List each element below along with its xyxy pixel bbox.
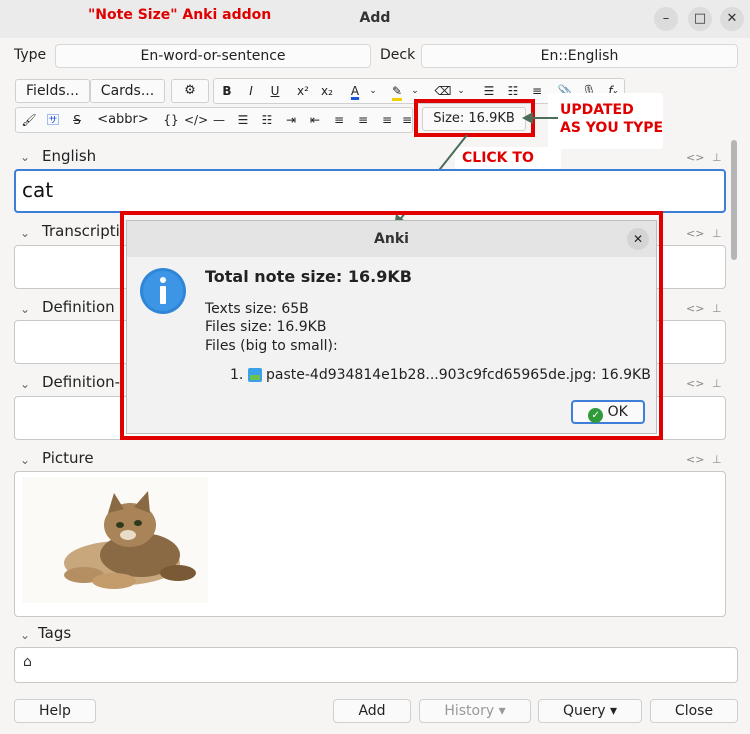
field-value-english: cat <box>22 178 54 202</box>
query-button[interactable]: Query ▾ <box>538 699 642 723</box>
chevron-down-icon[interactable]: ⌄ <box>20 377 30 391</box>
info-dialog: Anki ✕ Total note size: 16.9KB Texts siz… <box>126 220 657 434</box>
scrollbar-thumb[interactable] <box>731 140 737 260</box>
image-file-icon <box>248 368 262 382</box>
pin-icon[interactable]: ⊥ <box>712 377 722 390</box>
history-button[interactable]: History ▾ <box>419 699 531 723</box>
field-label-picture: Picture <box>42 449 94 467</box>
field-label-definition: Definition <box>42 298 115 316</box>
html-editor-toggle-icon[interactable]: <> <box>686 302 704 315</box>
file-index: 1. <box>230 367 244 383</box>
cat-picture <box>22 477 208 603</box>
add-button[interactable]: Add <box>333 699 411 723</box>
pin-icon[interactable]: ⊥ <box>712 151 722 164</box>
texts-size-text: Texts size: 65B <box>205 301 309 317</box>
dialog-heading: Total note size: 16.9KB <box>205 267 412 286</box>
close-button[interactable]: Close <box>650 699 738 723</box>
chevron-down-icon[interactable]: ⌄ <box>20 628 30 642</box>
field-label-definition-2: Definition- <box>42 373 121 391</box>
check-icon: ✓ <box>588 408 604 423</box>
html-editor-toggle-icon[interactable]: <> <box>686 377 704 390</box>
files-list-label: Files (big to small): <box>205 338 338 354</box>
ok-label: OK <box>607 404 628 420</box>
html-editor-toggle-icon[interactable]: <> <box>686 453 704 466</box>
html-editor-toggle-icon[interactable]: <> <box>686 227 704 240</box>
field-label-english: English <box>42 147 97 165</box>
tags-label: Tags <box>38 624 72 642</box>
files-size-text: Files size: 16.9KB <box>205 319 327 335</box>
tag-icon: ⌂ <box>23 654 32 670</box>
close-icon: ✕ <box>632 232 644 246</box>
ok-button[interactable]: ✓ OK <box>571 400 645 424</box>
html-editor-toggle-icon[interactable]: <> <box>686 151 704 164</box>
arrow-head-size <box>522 112 533 124</box>
chevron-down-icon[interactable]: ⌄ <box>20 226 30 240</box>
field-label-transcription: Transcripti <box>42 222 120 240</box>
info-icon <box>140 268 186 314</box>
chevron-down-icon[interactable]: ⌄ <box>20 453 30 467</box>
tags-input[interactable] <box>14 647 738 683</box>
chevron-down-icon[interactable]: ⌄ <box>20 302 30 316</box>
field-input-english[interactable] <box>14 169 726 213</box>
help-button[interactable]: Help <box>14 699 96 723</box>
file-entry: paste-4d934814e1b28...903c9fcd65965de.jp… <box>266 367 651 383</box>
dialog-close-button[interactable]: ✕ <box>627 228 649 250</box>
pin-icon[interactable]: ⊥ <box>712 227 722 240</box>
pin-icon[interactable]: ⊥ <box>712 453 722 466</box>
dialog-title: Anki <box>374 231 409 247</box>
chevron-down-icon[interactable]: ⌄ <box>20 150 30 164</box>
pin-icon[interactable]: ⊥ <box>712 302 722 315</box>
